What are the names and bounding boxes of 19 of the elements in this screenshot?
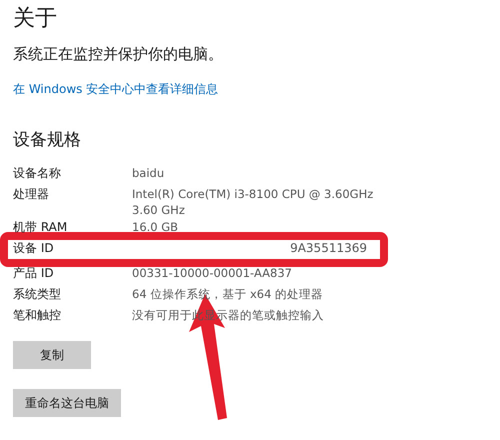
spec-label: 机带 RAM bbox=[13, 219, 68, 236]
spec-label: 笔和触控 bbox=[13, 307, 62, 324]
spec-label: 设备名称 bbox=[13, 165, 62, 182]
spec-label: 处理器 bbox=[13, 186, 50, 203]
spec-value: baidu bbox=[132, 165, 166, 181]
spec-value: 16.0 GB bbox=[132, 219, 180, 235]
spec-label: 系统类型 bbox=[13, 286, 62, 303]
rename-button[interactable]: 重命名这台电脑 bbox=[13, 389, 121, 417]
spec-value: 00331-10000-00001-AA837 bbox=[132, 265, 293, 281]
spec-value: 9A35511369 bbox=[289, 240, 367, 256]
page-title: 关于 bbox=[13, 5, 58, 33]
spec-value: Intel(R) Core(TM) i3-8100 CPU @ 3.60GHz 3.60 GHz bbox=[132, 186, 374, 218]
spec-value: 64 位操作系统，基于 x64 的处理器 bbox=[132, 286, 324, 302]
section-heading: 设备规格 bbox=[13, 129, 82, 152]
spec-label: 设备 ID bbox=[13, 240, 55, 257]
copy-button[interactable]: 复制 bbox=[13, 341, 91, 369]
protection-text: 系统正在监控并保护你的电脑。 bbox=[13, 44, 224, 65]
spec-label: 产品 ID bbox=[13, 265, 55, 282]
security-link[interactable]: 在 Windows 安全中心中查看详细信息 bbox=[13, 80, 218, 98]
